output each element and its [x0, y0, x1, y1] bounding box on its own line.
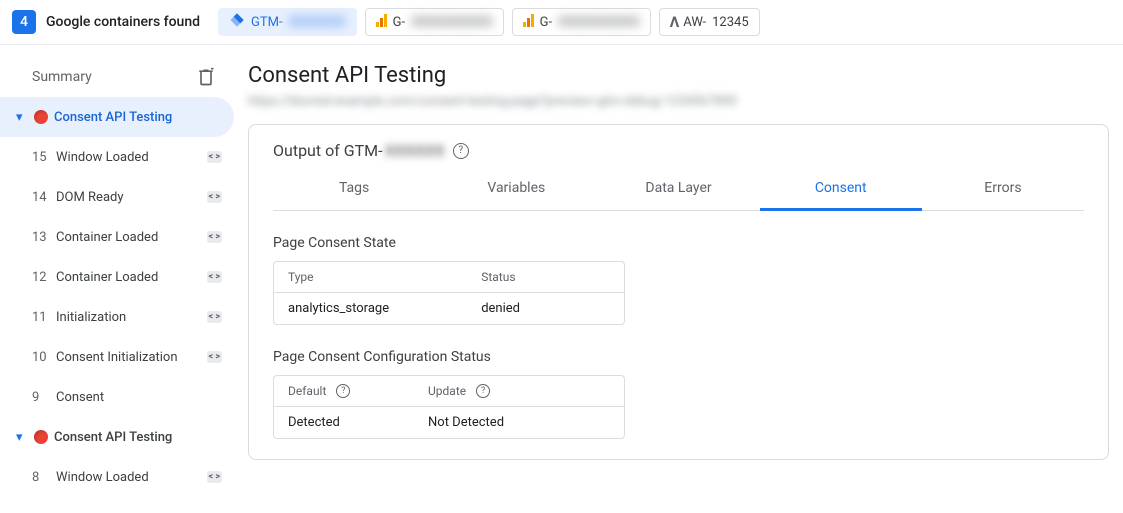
tab-tags[interactable]: Tags — [273, 168, 435, 210]
event-number: 14 — [32, 190, 52, 205]
tab-consent[interactable]: Consent — [760, 168, 922, 211]
container-id: G- — [540, 15, 552, 30]
sidebar-item-label: Container Loaded — [56, 270, 203, 285]
record-dot-icon — [34, 110, 48, 124]
cell-default: Detected — [288, 415, 428, 430]
sidebar-item-label: DOM Ready — [56, 190, 203, 205]
summary-row[interactable]: Summary — [0, 57, 234, 97]
output-tabs: TagsVariablesData LayerConsentErrors — [273, 168, 1084, 211]
sidebar-event[interactable]: 8 Window Loaded < > — [0, 457, 234, 497]
sidebar-item-label: Container Loaded — [56, 230, 203, 245]
event-number: 15 — [32, 150, 52, 165]
sidebar-event[interactable]: 11 Initialization < > — [0, 297, 234, 337]
sidebar-item-label: Window Loaded — [56, 470, 203, 485]
code-chip-icon: < > — [207, 471, 222, 483]
code-chip-icon: < > — [207, 191, 222, 203]
event-number: 11 — [32, 310, 52, 325]
sidebar: Summary ▾ Consent API Testing 15 Window Loa… — [0, 45, 234, 513]
sidebar-event[interactable]: 13 Container Loaded < > — [0, 217, 234, 257]
sidebar-event[interactable]: 10 Consent Initialization < > — [0, 337, 234, 377]
record-dot-icon — [34, 430, 48, 444]
event-number: 9 — [32, 390, 52, 405]
caret-down-icon: ▾ — [16, 430, 28, 445]
event-number: 8 — [32, 470, 52, 485]
sidebar-item-label: Consent — [56, 390, 222, 405]
sidebar-section[interactable]: ▾ Consent API Testing — [0, 97, 234, 137]
page-url: https://blurred-example.com/consent-test… — [248, 94, 1109, 114]
code-chip-icon: < > — [207, 271, 222, 283]
containers-count-badge: 4 — [12, 10, 36, 34]
cell-type: analytics_storage — [288, 301, 481, 316]
code-chip-icon: < > — [207, 231, 222, 243]
cell-update: Not Detected — [428, 415, 610, 430]
output-prefix: Output of GTM- — [273, 141, 383, 160]
container-id: G- — [393, 15, 405, 30]
main-panel: Consent API Testing https://blurred-exam… — [234, 45, 1123, 513]
config-status-heading: Page Consent Configuration Status — [273, 349, 1084, 365]
sidebar-event[interactable]: 12 Container Loaded < > — [0, 257, 234, 297]
event-number: 12 — [32, 270, 52, 285]
container-pill-gtm[interactable]: GTM-XXXXXXX — [218, 8, 357, 36]
aw-icon: Λ — [670, 13, 678, 31]
output-header: Output of GTM-XXXXXX ? — [273, 141, 1084, 160]
output-id-blurred: XXXXXX — [385, 141, 445, 160]
sidebar-item-label: Consent API Testing — [54, 110, 222, 125]
help-icon[interactable]: ? — [336, 384, 350, 398]
container-tabs: GTM-XXXXXXXG-XXXXXXXXXXG-XXXXXXXXXXΛAW-1… — [218, 8, 760, 36]
code-chip-icon: < > — [207, 151, 222, 163]
sidebar-event[interactable]: 9 Consent — [0, 377, 234, 417]
consent-state-heading: Page Consent State — [273, 235, 1084, 251]
th-update: Update? — [428, 384, 610, 398]
gtm-icon — [229, 12, 245, 32]
tab-errors[interactable]: Errors — [922, 168, 1084, 210]
clear-summary-icon[interactable] — [196, 67, 216, 87]
cell-status: denied — [481, 301, 610, 316]
sidebar-item-label: Consent Initialization — [56, 350, 203, 365]
caret-down-icon: ▾ — [16, 110, 28, 125]
tab-data-layer[interactable]: Data Layer — [597, 168, 759, 210]
help-icon[interactable]: ? — [453, 143, 469, 159]
container-pill-aw[interactable]: ΛAW-12345 — [659, 8, 760, 36]
container-pill-ga[interactable]: G-XXXXXXXXXX — [365, 8, 504, 36]
top-bar: 4 Google containers found GTM-XXXXXXX G-X… — [0, 0, 1123, 45]
top-bar-label: Google containers found — [46, 14, 200, 30]
event-number: 13 — [32, 230, 52, 245]
code-chip-icon: < > — [207, 351, 222, 363]
config-status-table: Default? Update? Detected Not Detected — [273, 375, 625, 439]
page-title: Consent API Testing — [248, 63, 1109, 88]
th-status: Status — [481, 270, 610, 284]
ga-icon — [523, 14, 534, 31]
sidebar-event[interactable]: 14 DOM Ready < > — [0, 177, 234, 217]
tab-variables[interactable]: Variables — [435, 168, 597, 210]
sidebar-item-label: Initialization — [56, 310, 203, 325]
sidebar-item-label: Consent API Testing — [54, 430, 222, 445]
summary-label: Summary — [32, 69, 92, 85]
th-default: Default? — [288, 384, 428, 398]
sidebar-item-label: Window Loaded — [56, 150, 203, 165]
th-type: Type — [288, 270, 481, 284]
container-id: GTM- — [251, 15, 283, 30]
consent-state-table: Type Status analytics_storage denied — [273, 261, 625, 325]
container-id: AW- — [683, 15, 706, 30]
sidebar-section[interactable]: ▾ Consent API Testing — [0, 417, 234, 457]
output-card: Output of GTM-XXXXXX ? TagsVariablesData… — [248, 124, 1109, 460]
table-row[interactable]: analytics_storage denied — [274, 293, 624, 324]
sidebar-event[interactable]: 15 Window Loaded < > — [0, 137, 234, 177]
help-icon[interactable]: ? — [476, 384, 490, 398]
table-row[interactable]: Detected Not Detected — [274, 407, 624, 438]
event-number: 10 — [32, 350, 52, 365]
container-pill-ga[interactable]: G-XXXXXXXXXX — [512, 8, 651, 36]
ga-icon — [376, 14, 387, 31]
code-chip-icon: < > — [207, 311, 222, 323]
